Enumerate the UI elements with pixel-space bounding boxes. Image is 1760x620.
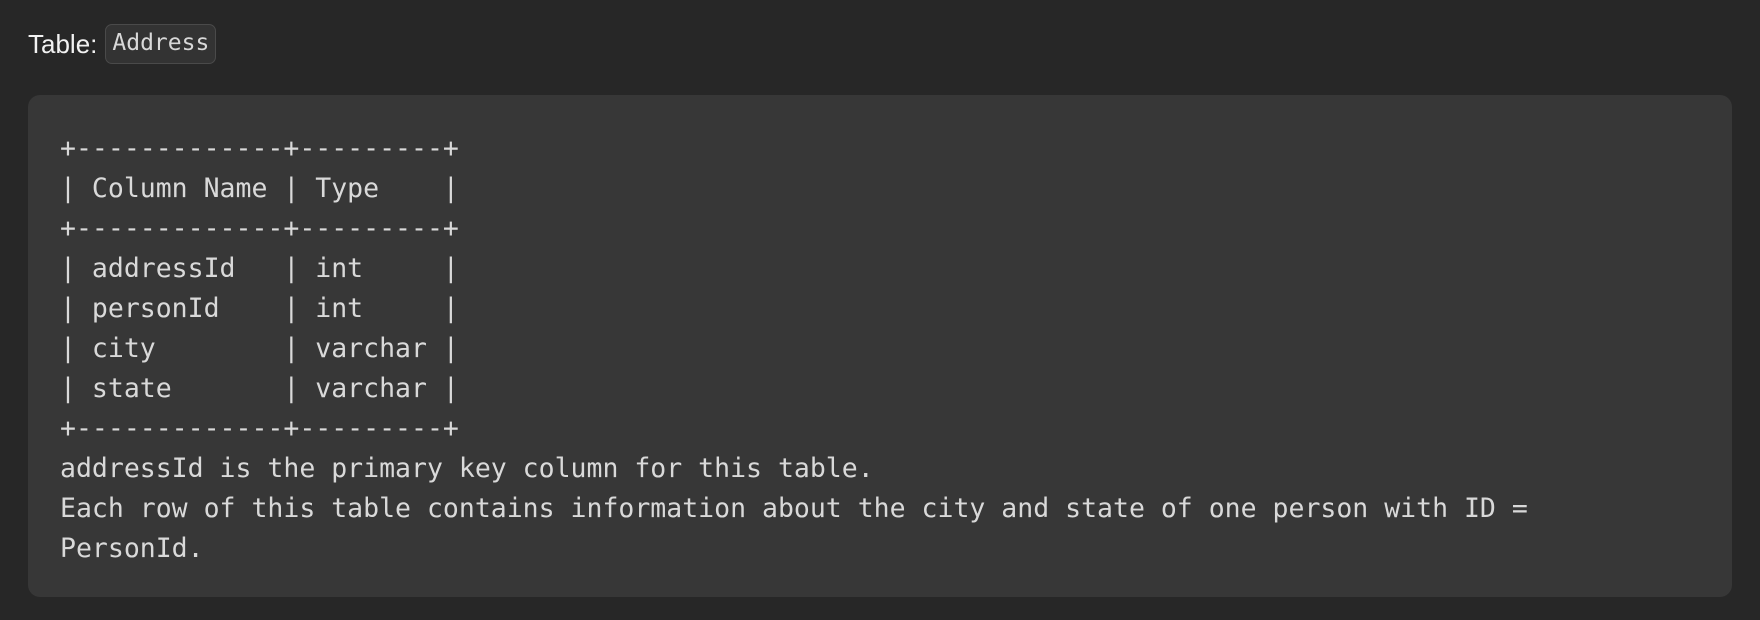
problem-page: Table: Address +-------------+---------+… xyxy=(0,0,1760,620)
code-line: | state | varchar | xyxy=(60,373,459,404)
code-line: | Column Name | Type | xyxy=(60,173,459,204)
code-line: Each row of this table contains informat… xyxy=(60,493,1528,524)
code-line: +-------------+---------+ xyxy=(60,413,459,444)
schema-code-block: +-------------+---------+ | Column Name |… xyxy=(60,129,1700,569)
table-name-code: Address xyxy=(105,24,217,64)
table-heading: Table: Address xyxy=(28,24,217,64)
code-line: addressId is the primary key column for … xyxy=(60,453,874,484)
code-line: +-------------+---------+ xyxy=(60,213,459,244)
code-line: +-------------+---------+ xyxy=(60,133,459,164)
code-line: | city | varchar | xyxy=(60,333,459,364)
code-line: | addressId | int | xyxy=(60,253,459,284)
table-label: Table: xyxy=(28,28,98,59)
code-line: | personId | int | xyxy=(60,293,459,324)
code-line: PersonId. xyxy=(60,533,204,564)
schema-code-panel: +-------------+---------+ | Column Name |… xyxy=(28,95,1732,597)
